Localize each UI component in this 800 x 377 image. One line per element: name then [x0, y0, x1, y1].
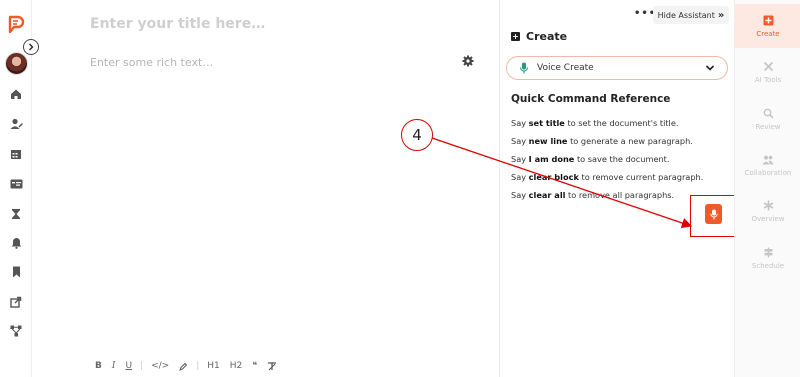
document-editor: B I U | </> | H1 H2 ❝ [32, 0, 499, 377]
chevron-right-icon [29, 43, 34, 51]
voice-record-button[interactable] [705, 204, 722, 224]
app-logo-icon[interactable] [7, 15, 25, 35]
pen-icon [179, 362, 188, 371]
step-number-badge: 4 [401, 119, 433, 151]
rail-item-review[interactable]: Review [735, 97, 800, 141]
user-edit-icon[interactable] [8, 116, 24, 132]
create-heading: + Create [511, 30, 567, 43]
plus-square-icon: + [511, 32, 520, 41]
quick-command-reference-title: Quick Command Reference [511, 93, 671, 105]
toolbar-divider: | [196, 361, 200, 371]
rail-item-schedule[interactable]: Schedule [735, 236, 800, 280]
plus-square-icon [762, 15, 774, 27]
code-button[interactable]: </> [146, 359, 174, 373]
left-sidebar [0, 0, 32, 377]
quote-button[interactable]: ❝ [247, 359, 262, 373]
rail-item-label: AI Tools [754, 75, 782, 84]
microphone-icon [520, 62, 528, 74]
right-tool-rail: Create AI Tools Review Collaboration Ove… [734, 0, 800, 377]
command-list: Say set title to set the document's titl… [511, 114, 731, 204]
rich-text-input[interactable] [90, 54, 390, 70]
users-icon [762, 154, 774, 166]
command-item: Say clear block to remove current paragr… [511, 172, 704, 182]
formatting-toolbar: B I U | </> | H1 H2 ❝ [90, 359, 282, 373]
toolbar-divider: | [140, 361, 144, 371]
hide-assistant-label: Hide Assistant [657, 10, 715, 20]
search-icon [762, 108, 774, 120]
rail-item-create[interactable]: Create [735, 4, 800, 48]
workflow-icon[interactable] [8, 323, 24, 339]
clear-format-button[interactable] [262, 359, 282, 373]
chevron-down-icon [705, 65, 715, 71]
rail-item-label: Review [755, 122, 781, 131]
rail-item-label: Overview [751, 214, 785, 223]
voice-create-select[interactable]: Voice Create [506, 56, 728, 80]
bold-button[interactable]: B [90, 359, 107, 373]
app-window: B I U | </> | H1 H2 ❝ ••• Hide Assistant… [0, 0, 800, 377]
calendar-icon[interactable] [8, 146, 24, 162]
create-title: Create [526, 30, 568, 43]
gear-icon[interactable] [462, 55, 474, 67]
heading2-button[interactable]: H2 [225, 359, 248, 373]
title-input[interactable] [90, 13, 470, 35]
command-item: Say set title to set the document's titl… [511, 118, 679, 128]
tools-icon [762, 61, 774, 73]
sidebar-toggle-button[interactable] [23, 39, 39, 55]
id-card-icon[interactable] [8, 176, 24, 192]
italic-button[interactable]: I [107, 359, 121, 373]
rail-item-ai-tools[interactable]: AI Tools [735, 50, 800, 94]
clear-format-icon [268, 361, 277, 370]
command-item: Say I am done to save the document. [511, 154, 670, 164]
underline-button[interactable]: U [120, 359, 137, 373]
bell-icon[interactable] [8, 235, 24, 251]
rail-item-label: Schedule [751, 261, 785, 270]
rail-item-collaboration[interactable]: Collaboration [735, 143, 800, 187]
hourglass-icon[interactable] [8, 206, 24, 222]
home-icon[interactable] [8, 86, 24, 102]
hide-assistant-button[interactable]: Hide Assistant » [653, 6, 729, 24]
heading1-button[interactable]: H1 [202, 359, 225, 373]
rail-item-overview[interactable]: Overview [735, 189, 800, 233]
rail-item-label: Collaboration [744, 168, 792, 177]
assistant-panel: ••• Hide Assistant » + Create Voice Crea… [499, 0, 736, 377]
voice-select-value: Voice Create [537, 63, 594, 73]
share-icon[interactable] [8, 294, 24, 310]
microphone-icon [709, 209, 718, 219]
rail-item-label: Create [756, 29, 780, 38]
asterisk-icon [762, 200, 774, 212]
user-avatar[interactable] [5, 52, 28, 75]
signpost-icon [762, 247, 774, 259]
double-chevron-right-icon: » [717, 9, 725, 21]
command-item: Say new line to generate a new paragraph… [511, 136, 693, 146]
highlight-button[interactable] [174, 359, 193, 373]
bookmark-icon[interactable] [8, 264, 24, 280]
